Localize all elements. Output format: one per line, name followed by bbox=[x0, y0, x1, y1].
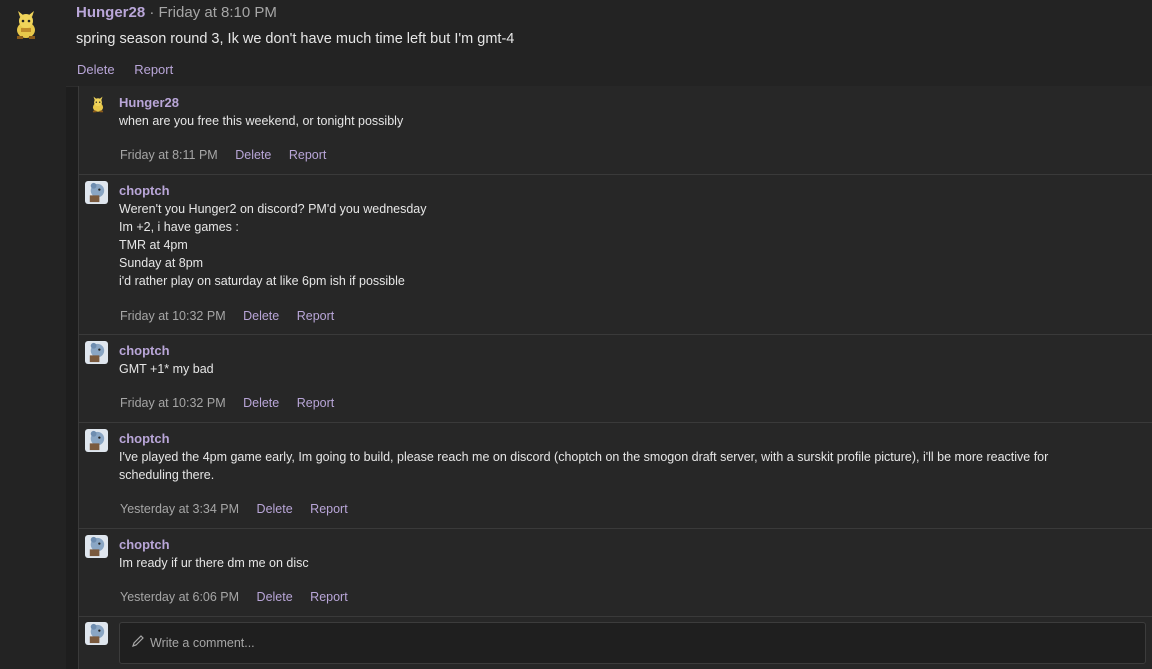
comment-input[interactable]: Write a comment... bbox=[119, 622, 1146, 664]
report-button[interactable]: Report bbox=[297, 396, 335, 410]
hunger28-avatar[interactable] bbox=[10, 10, 42, 42]
report-button[interactable]: Report bbox=[297, 309, 335, 323]
choptch-avatar[interactable] bbox=[85, 429, 108, 452]
comment: Hunger28 when are you free this weekend,… bbox=[79, 86, 1152, 175]
comment-timestamp[interactable]: Friday at 10:32 PM bbox=[120, 309, 226, 323]
comment-author[interactable]: choptch bbox=[119, 537, 170, 552]
comment-timestamp[interactable]: Yesterday at 6:06 PM bbox=[120, 590, 239, 604]
pencil-icon bbox=[132, 635, 144, 647]
comment-author[interactable]: Hunger28 bbox=[119, 95, 179, 110]
post-actions: Delete Report bbox=[77, 62, 189, 77]
comment-meta: Friday at 8:11 PM Delete Report bbox=[120, 148, 326, 162]
delete-button[interactable]: Delete bbox=[77, 62, 115, 77]
comment-body: Im ready if ur there dm me on disc bbox=[119, 554, 1119, 572]
comment-meta: Yesterday at 3:34 PM Delete Report bbox=[120, 502, 348, 516]
comment-body: GMT +1* my bad bbox=[119, 360, 1119, 378]
comment-meta: Yesterday at 6:06 PM Delete Report bbox=[120, 590, 348, 604]
post-header: Hunger28 · Friday at 8:10 PM bbox=[76, 4, 277, 21]
comment-line: TMR at 4pm bbox=[119, 238, 188, 252]
comment-timestamp[interactable]: Friday at 8:11 PM bbox=[120, 148, 218, 162]
comment-line: I've played the 4pm game early, Im going… bbox=[119, 450, 1049, 464]
comment-author[interactable]: choptch bbox=[119, 431, 170, 446]
comment-input-placeholder: Write a comment... bbox=[150, 636, 255, 650]
delete-button[interactable]: Delete bbox=[235, 148, 271, 162]
comment-line: when are you free this weekend, or tonig… bbox=[119, 114, 404, 128]
report-button[interactable]: Report bbox=[310, 502, 348, 516]
comment-meta: Friday at 10:32 PM Delete Report bbox=[120, 396, 334, 410]
main-post: Hunger28 · Friday at 8:10 PM spring seas… bbox=[66, 0, 1152, 87]
comment-line: Sunday at 8pm bbox=[119, 256, 204, 270]
comment-body: I've played the 4pm game early, Im going… bbox=[119, 448, 1119, 484]
hunger28-avatar[interactable] bbox=[89, 96, 107, 114]
comment-body: Weren't you Hunger2 on discord? PM'd you… bbox=[119, 200, 1119, 290]
delete-button[interactable]: Delete bbox=[257, 590, 293, 604]
delete-button[interactable]: Delete bbox=[257, 502, 293, 516]
comment: choptch Im ready if ur there dm me on di… bbox=[79, 528, 1152, 617]
delete-button[interactable]: Delete bbox=[243, 396, 279, 410]
comment-author[interactable]: choptch bbox=[119, 343, 170, 358]
comment-timestamp[interactable]: Yesterday at 3:34 PM bbox=[120, 502, 239, 516]
comment-body: when are you free this weekend, or tonig… bbox=[119, 112, 1119, 130]
comments-section: Hunger28 when are you free this weekend,… bbox=[78, 86, 1152, 669]
comment: choptch I've played the 4pm game early, … bbox=[79, 422, 1152, 529]
post-author[interactable]: Hunger28 bbox=[76, 4, 145, 21]
report-button[interactable]: Report bbox=[310, 590, 348, 604]
choptch-avatar[interactable] bbox=[85, 535, 108, 558]
post-timestamp[interactable]: · Friday at 8:10 PM bbox=[145, 4, 277, 21]
comment-line: Im ready if ur there dm me on disc bbox=[119, 556, 309, 570]
post-body: spring season round 3, Ik we don't have … bbox=[76, 31, 515, 47]
comment-line: Weren't you Hunger2 on discord? PM'd you… bbox=[119, 202, 427, 216]
comment-composer: Write a comment... bbox=[79, 616, 1152, 669]
delete-button[interactable]: Delete bbox=[243, 309, 279, 323]
comment-line: Im +2, i have games : bbox=[119, 220, 239, 234]
comment-meta: Friday at 10:32 PM Delete Report bbox=[120, 309, 334, 323]
comment: choptch Weren't you Hunger2 on discord? … bbox=[79, 174, 1152, 335]
report-button[interactable]: Report bbox=[134, 62, 173, 77]
report-button[interactable]: Report bbox=[289, 148, 327, 162]
left-rail bbox=[0, 0, 66, 669]
comment-author[interactable]: choptch bbox=[119, 183, 170, 198]
comment-line: scheduling there. bbox=[119, 468, 215, 482]
comment-timestamp[interactable]: Friday at 10:32 PM bbox=[120, 396, 226, 410]
comment-line: GMT +1* my bad bbox=[119, 362, 214, 376]
choptch-avatar[interactable] bbox=[85, 341, 108, 364]
comment-line: i'd rather play on saturday at like 6pm … bbox=[119, 274, 405, 288]
choptch-avatar bbox=[85, 622, 108, 645]
choptch-avatar[interactable] bbox=[85, 181, 108, 204]
comment: choptch GMT +1* my bad Friday at 10:32 P… bbox=[79, 334, 1152, 423]
